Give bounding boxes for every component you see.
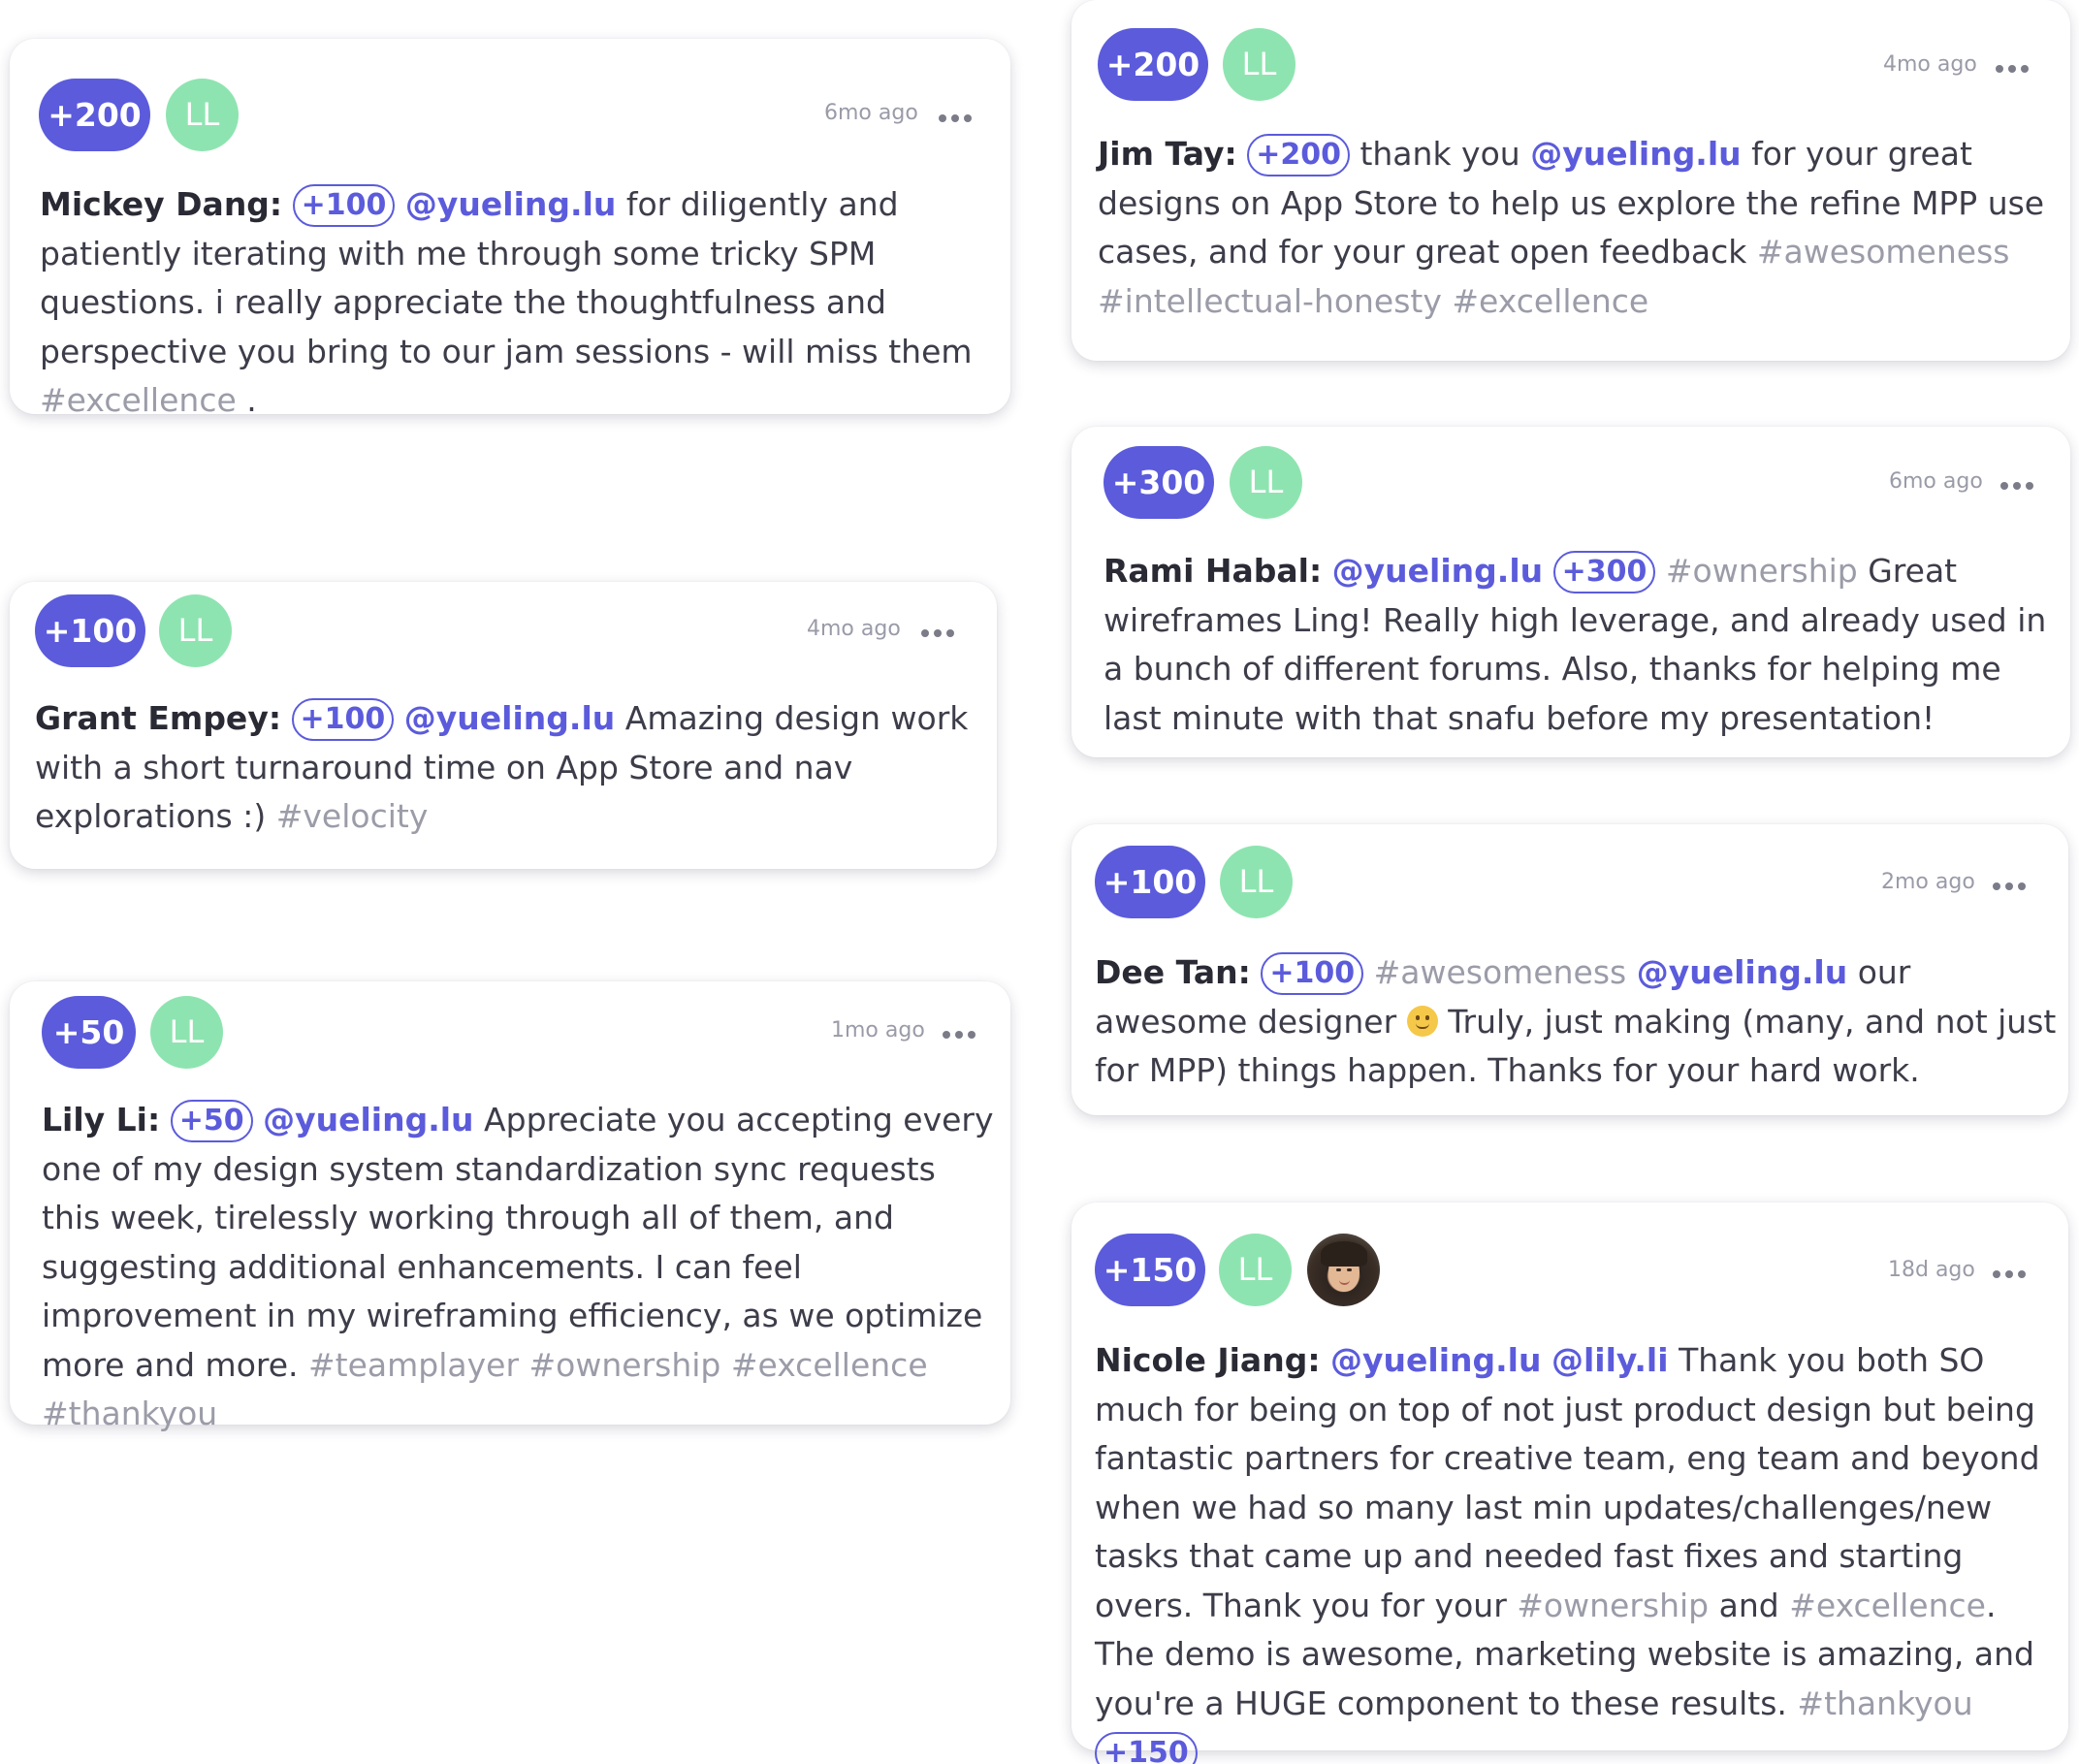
user-photo-avatar[interactable] xyxy=(1307,1234,1380,1306)
avatar[interactable]: LL xyxy=(1219,1234,1292,1306)
kudos-message: Rami Habal: @yueling.lu +300 #ownership … xyxy=(1103,547,2063,743)
mention-link[interactable]: @lily.li xyxy=(1551,1341,1669,1379)
hashtag-link[interactable]: #thankyou xyxy=(42,1395,217,1432)
author-name[interactable]: Grant Empey: xyxy=(35,699,281,737)
timestamp: 1mo ago xyxy=(831,1018,925,1042)
mention-link[interactable]: @yueling.lu xyxy=(1637,953,1847,991)
points-pill: +100 xyxy=(291,698,395,741)
timestamp: 18d ago xyxy=(1888,1258,1975,1282)
timestamp: 4mo ago xyxy=(807,617,901,641)
hashtag-link[interactable]: #awesomeness xyxy=(1757,233,2010,271)
points-badge[interactable]: +200 xyxy=(1098,28,1208,101)
hashtag-link[interactable]: #intellectual-honesty xyxy=(1098,282,1442,320)
kudos-message: Grant Empey: +100 @yueling.lu Amazing de… xyxy=(35,694,980,842)
hashtag-link[interactable]: #velocity xyxy=(276,797,429,835)
points-badge[interactable]: +100 xyxy=(1095,846,1205,918)
hashtag-link[interactable]: #ownership xyxy=(529,1346,721,1384)
points-badge[interactable]: +50 xyxy=(42,996,136,1069)
points-badge[interactable]: +150 xyxy=(1095,1234,1205,1306)
more-options-icon[interactable] xyxy=(921,623,956,642)
more-options-icon[interactable] xyxy=(943,1024,977,1043)
avatar[interactable]: LL xyxy=(1220,846,1293,918)
more-options-icon[interactable] xyxy=(1996,58,2031,78)
more-options-icon[interactable] xyxy=(2000,475,2035,495)
message-text: thank you xyxy=(1359,135,1520,173)
points-badge[interactable]: +300 xyxy=(1103,446,1214,519)
hashtag-link[interactable]: #ownership xyxy=(1517,1587,1709,1624)
points-pill: +300 xyxy=(1552,551,1656,593)
kudos-card: +200 LL 4mo ago Jim Tay: +200 thank you … xyxy=(1071,0,2070,361)
kudos-message: Mickey Dang: +100 @yueling.lu for dilige… xyxy=(40,180,1000,426)
kudos-card: +50 LL 1mo ago Lily Li: +50 @yueling.lu … xyxy=(10,981,1010,1432)
points-pill: +200 xyxy=(1247,134,1350,176)
timestamp: 2mo ago xyxy=(1881,870,1975,894)
author-name[interactable]: Nicole Jiang: xyxy=(1095,1341,1321,1379)
points-badge[interactable]: +100 xyxy=(35,594,145,667)
hashtag-link[interactable]: #awesomeness xyxy=(1374,953,1627,991)
timestamp: 4mo ago xyxy=(1883,52,1977,77)
author-name[interactable]: Dee Tan: xyxy=(1095,953,1251,991)
author-name[interactable]: Mickey Dang: xyxy=(40,185,282,223)
hashtag-link[interactable]: #ownership xyxy=(1666,552,1858,590)
hashtag-link[interactable]: #excellence xyxy=(1452,282,1648,320)
avatar[interactable]: LL xyxy=(150,996,223,1069)
points-pill: +50 xyxy=(170,1100,253,1142)
author-name[interactable]: Jim Tay: xyxy=(1098,135,1237,173)
more-options-icon[interactable] xyxy=(939,108,974,127)
hashtag-link[interactable]: #teamplayer xyxy=(308,1346,519,1384)
author-name[interactable]: Lily Li: xyxy=(42,1101,160,1139)
avatar[interactable]: LL xyxy=(159,594,232,667)
message-text: Appreciate you accepting every one of my… xyxy=(42,1101,994,1384)
kudos-card: +200 LL 6mo ago Mickey Dang: +100 @yueli… xyxy=(10,39,1010,419)
slightly-smiling-face-icon xyxy=(1406,1005,1438,1037)
timestamp: 6mo ago xyxy=(1889,469,1983,494)
hashtag-link[interactable]: #excellence xyxy=(40,381,237,419)
avatar[interactable]: LL xyxy=(166,79,239,151)
mention-link[interactable]: @yueling.lu xyxy=(1530,135,1741,173)
mention-link[interactable]: @yueling.lu xyxy=(1330,1341,1541,1379)
mention-link[interactable]: @yueling.lu xyxy=(263,1101,473,1139)
kudos-message: Lily Li: +50 @yueling.lu Appreciate you … xyxy=(42,1096,1002,1439)
avatar[interactable]: LL xyxy=(1230,446,1302,519)
kudos-card: +300 LL 6mo ago Rami Habal: @yueling.lu … xyxy=(1071,427,2070,757)
more-options-icon[interactable] xyxy=(1993,876,2028,895)
more-options-icon[interactable] xyxy=(1993,1264,2028,1283)
hashtag-link[interactable]: #thankyou xyxy=(1797,1684,1972,1722)
kudos-card: +100 LL 4mo ago Grant Empey: +100 @yueli… xyxy=(10,582,997,869)
kudos-message: Nicole Jiang: @yueling.lu @lily.li Thank… xyxy=(1095,1336,2060,1764)
points-pill: +100 xyxy=(1261,952,1364,995)
mention-link[interactable]: @yueling.lu xyxy=(405,185,616,223)
hashtag-link[interactable]: #excellence xyxy=(1789,1587,1986,1624)
points-badge[interactable]: +200 xyxy=(39,79,150,151)
points-pill: +150 xyxy=(1095,1732,1198,1764)
kudos-message: Jim Tay: +200 thank you @yueling.lu for … xyxy=(1098,130,2063,326)
author-name[interactable]: Rami Habal: xyxy=(1103,552,1322,590)
kudos-card: +150 LL 18d ago Nicole Jiang: @yueling.l… xyxy=(1071,1203,2068,1764)
mention-link[interactable]: @yueling.lu xyxy=(1332,552,1543,590)
mention-link[interactable]: @yueling.lu xyxy=(404,699,615,737)
kudos-card: +100 LL 2mo ago Dee Tan: +100 #awesomene… xyxy=(1071,824,2068,1115)
kudos-message: Dee Tan: +100 #awesomeness @yueling.lu o… xyxy=(1095,948,2060,1096)
message-text: Thank you both SO much for being on top … xyxy=(1095,1341,2040,1624)
points-pill: +100 xyxy=(292,184,396,227)
message-text: . xyxy=(246,381,257,419)
hashtag-link[interactable]: #excellence xyxy=(731,1346,928,1384)
avatar[interactable]: LL xyxy=(1223,28,1295,101)
message-text: and xyxy=(1718,1586,1779,1624)
timestamp: 6mo ago xyxy=(824,101,918,125)
